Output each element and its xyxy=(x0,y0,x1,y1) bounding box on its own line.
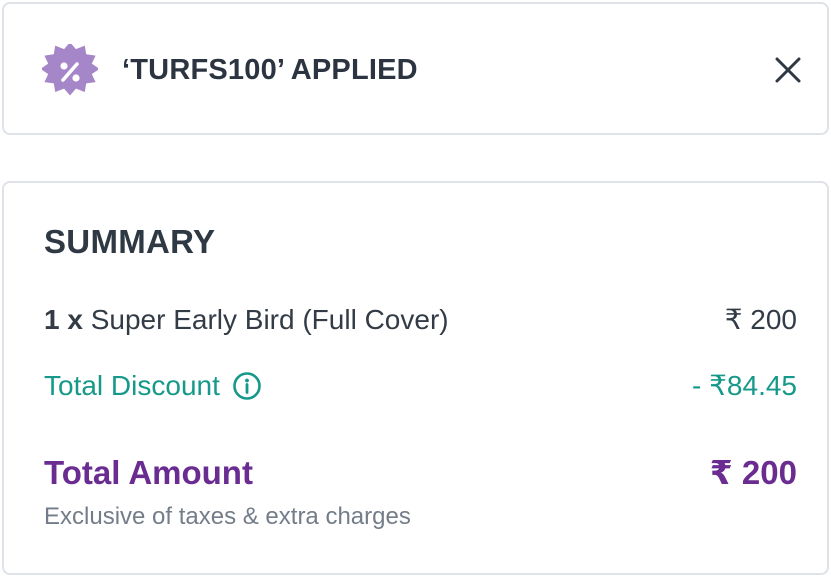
discount-badge-icon xyxy=(40,42,100,100)
line-item-description: 1 x Super Early Bird (Full Cover) xyxy=(44,304,449,336)
line-item-name: Super Early Bird (Full Cover) xyxy=(90,303,449,335)
discount-row: Total Discount - ₹84.45 xyxy=(44,369,797,402)
summary-card: SUMMARY 1 x Super Early Bird (Full Cover… xyxy=(2,181,829,575)
close-icon[interactable] xyxy=(775,57,801,88)
discount-label: Total Discount xyxy=(44,369,220,401)
discount-label-group: Total Discount xyxy=(44,370,262,402)
total-row: Total Amount ₹ 200 xyxy=(44,453,797,492)
coupon-applied-text: ‘TURFS100’ APPLIED xyxy=(122,54,418,86)
line-item-qty: 1 x xyxy=(44,303,83,335)
close-button[interactable] xyxy=(767,51,809,93)
info-icon[interactable] xyxy=(232,371,262,401)
total-label: Total Amount xyxy=(44,453,253,491)
line-item-row: 1 x Super Early Bird (Full Cover) ₹ 200 xyxy=(44,303,797,336)
coupon-applied-banner: ‘TURFS100’ APPLIED xyxy=(2,2,829,135)
total-value: ₹ 200 xyxy=(709,454,797,491)
discount-value: - ₹84.45 xyxy=(692,370,797,401)
summary-title: SUMMARY xyxy=(44,223,216,260)
tax-note: Exclusive of taxes & extra charges xyxy=(44,503,411,530)
line-item-price: ₹ 200 xyxy=(724,304,797,335)
